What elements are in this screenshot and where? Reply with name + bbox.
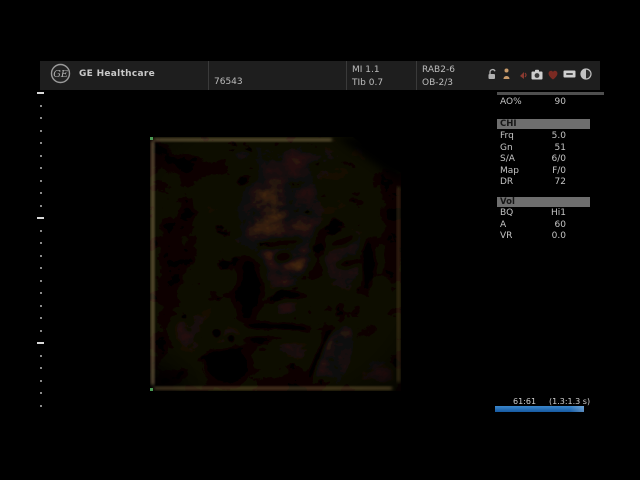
person-icon — [502, 68, 511, 80]
ruler-minor-tick — [40, 205, 42, 207]
param-row-frq: Frq 5.0 — [497, 131, 566, 142]
camera-icon — [531, 69, 543, 80]
param-label: BQ — [500, 208, 513, 219]
ultrasound-screen: GE GE Healthcare 76543 MI 1.1 TIb 0.7 RA… — [0, 0, 640, 480]
section-header-vol: Vol — [497, 197, 590, 207]
ruler-minor-tick — [40, 305, 42, 307]
depth-ruler — [37, 92, 45, 412]
ruler-minor-tick — [40, 292, 42, 294]
ruler-minor-tick — [40, 180, 42, 182]
brand: GE GE Healthcare — [50, 63, 155, 84]
acoustic-indices: MI 1.1 TIb 0.7 — [352, 64, 383, 90]
header-bar: GE GE Healthcare 76543 MI 1.1 TIb 0.7 RA… — [40, 61, 600, 90]
ruler-minor-tick — [40, 242, 42, 244]
renderbox-corner-marker — [150, 137, 153, 140]
ruler-minor-tick — [40, 230, 42, 232]
cine-progress-fill — [495, 406, 584, 412]
ruler-minor-tick — [40, 280, 42, 282]
header-divider — [346, 61, 347, 90]
section-header-chi: CHI — [497, 119, 590, 129]
unlock-icon — [487, 68, 498, 80]
param-label: Gn — [500, 143, 513, 154]
probe-preset: OB-2/3 — [422, 77, 455, 90]
param-label: Map — [500, 166, 519, 177]
param-label: S/A — [500, 154, 515, 165]
ruler-minor-tick — [40, 380, 42, 382]
mi-value: MI 1.1 — [352, 64, 383, 77]
heart-icon — [547, 69, 559, 80]
ruler-minor-tick — [40, 117, 42, 119]
ruler-minor-tick — [40, 167, 42, 169]
signal-icon — [515, 69, 527, 80]
ruler-minor-tick — [40, 155, 42, 157]
param-value: 5.0 — [552, 131, 566, 142]
ruler-minor-tick — [40, 255, 42, 257]
ruler-minor-tick — [40, 405, 42, 407]
header-divider — [208, 61, 209, 90]
ruler-minor-tick — [40, 367, 42, 369]
svg-text:GE: GE — [53, 69, 68, 80]
param-label: VR — [500, 231, 512, 242]
param-label: A — [500, 220, 506, 231]
cine-duration: (1.3:1.3 s) — [549, 397, 590, 406]
contrast-icon — [580, 68, 592, 80]
param-row-ao: AO% 90 — [497, 97, 566, 108]
ruler-minor-tick — [40, 330, 42, 332]
header-divider — [416, 61, 417, 90]
ruler-minor-tick — [40, 317, 42, 319]
render-vignette — [150, 137, 401, 391]
tib-value: TIb 0.7 — [352, 77, 383, 90]
param-label: AO% — [500, 97, 522, 108]
param-row-dr: DR 72 — [497, 177, 566, 188]
cine-progressbar[interactable] — [495, 406, 584, 412]
ruler-major-tick — [37, 342, 44, 344]
param-row-map: Map F/0 — [497, 166, 566, 177]
param-value: 51 — [555, 143, 566, 154]
brand-name: GE Healthcare — [79, 69, 155, 79]
param-value: 0.0 — [552, 231, 566, 242]
ruler-minor-tick — [40, 142, 42, 144]
ge-logo-icon: GE — [50, 63, 71, 84]
probe-name: RAB2-6 — [422, 64, 455, 77]
param-label: Frq — [500, 131, 514, 142]
probe-info: RAB2-6 OB-2/3 — [422, 64, 455, 90]
ruler-major-tick — [37, 217, 44, 219]
renderbox-corner-marker — [150, 388, 153, 391]
param-value: 72 — [555, 177, 566, 188]
param-label: DR — [500, 177, 513, 188]
ruler-minor-tick — [40, 267, 42, 269]
cine-counter: 61:61 — [513, 397, 536, 406]
ruler-minor-tick — [40, 392, 42, 394]
ultrasound-render — [150, 137, 401, 391]
param-row-sa: S/A 6/0 — [497, 154, 566, 165]
param-value: F/0 — [552, 166, 566, 177]
ruler-major-tick — [37, 92, 44, 94]
param-row-a: A 60 — [497, 220, 566, 231]
ruler-minor-tick — [40, 105, 42, 107]
param-value: Hi1 — [551, 208, 566, 219]
param-value: 6/0 — [552, 154, 566, 165]
panel-divider — [497, 92, 604, 95]
param-row-vr: VR 0.0 — [497, 231, 566, 242]
ruler-minor-tick — [40, 130, 42, 132]
patient-id: 76543 — [214, 77, 243, 87]
status-icons — [487, 68, 592, 80]
param-value: 90 — [555, 97, 566, 108]
ruler-minor-tick — [40, 355, 42, 357]
param-value: 60 — [555, 220, 566, 231]
param-row-bq: BQ Hi1 — [497, 208, 566, 219]
tape-icon — [563, 69, 576, 79]
param-row-gn: Gn 51 — [497, 143, 566, 154]
ruler-minor-tick — [40, 192, 42, 194]
